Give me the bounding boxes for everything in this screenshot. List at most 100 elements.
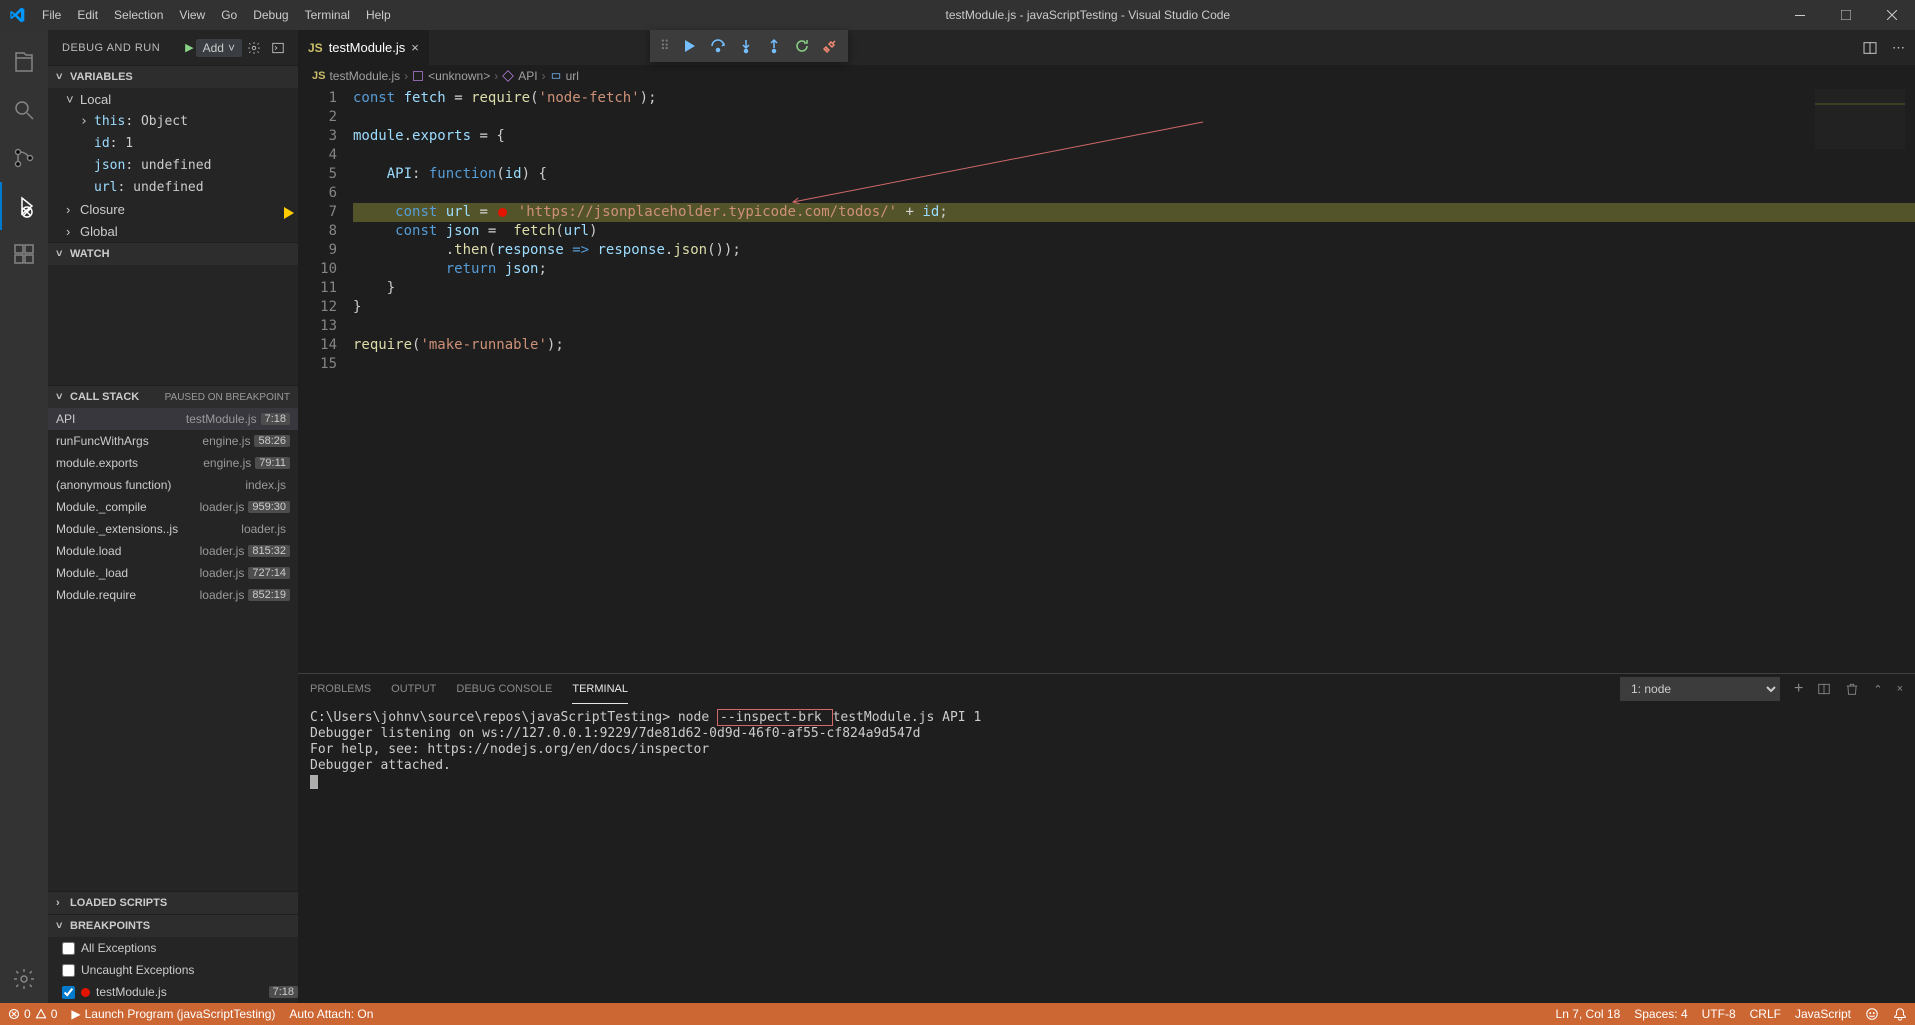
maximize-button[interactable] xyxy=(1823,0,1869,30)
notifications-icon[interactable] xyxy=(1893,1007,1907,1021)
more-actions-icon[interactable]: ⋯ xyxy=(1892,40,1905,56)
breadcrumb[interactable]: JStestModule.js›<unknown>›API›url xyxy=(298,65,1915,87)
feedback-icon[interactable] xyxy=(1865,1007,1879,1021)
minimap[interactable] xyxy=(1815,89,1905,149)
activity-settings[interactable] xyxy=(0,955,48,1003)
variable-row[interactable]: ›this: Object xyxy=(48,110,298,132)
terminal-selector[interactable]: 1: node xyxy=(1620,677,1780,701)
chevron-down-icon: ˅ xyxy=(56,920,70,932)
stack-frame[interactable]: module.exportsengine.js79:11 xyxy=(48,452,298,474)
maximize-panel-icon[interactable]: ⌃ xyxy=(1873,683,1882,696)
disconnect-button[interactable] xyxy=(816,32,844,60)
debug-sidebar-header: DEBUG AND RUN ▶ Add ˅ xyxy=(48,30,298,65)
breadcrumb-item[interactable]: <unknown> xyxy=(412,69,490,83)
stack-frame[interactable]: Module.requireloader.js852:19 xyxy=(48,584,298,606)
breadcrumb-item[interactable]: JStestModule.js xyxy=(312,69,400,83)
panel-tab-output[interactable]: OUTPUT xyxy=(391,674,436,704)
bottom-panel: PROBLEMS OUTPUT DEBUG CONSOLE TERMINAL 1: n… xyxy=(298,673,1915,1003)
gear-icon[interactable] xyxy=(242,41,266,55)
step-over-button[interactable] xyxy=(704,32,732,60)
status-eol[interactable]: CRLF xyxy=(1750,1007,1781,1021)
debug-config-dropdown[interactable]: Add ˅ xyxy=(196,39,242,57)
activity-scm[interactable] xyxy=(0,134,48,182)
breadcrumb-item[interactable]: API xyxy=(502,69,537,83)
scope-local[interactable]: ˅Local xyxy=(48,88,298,110)
breakpoint-row[interactable]: Uncaught Exceptions xyxy=(48,959,298,981)
activity-extensions[interactable] xyxy=(0,230,48,278)
split-terminal-icon[interactable] xyxy=(1817,682,1831,696)
menu-terminal[interactable]: Terminal xyxy=(297,0,358,30)
code-editor[interactable]: 123456789101112131415 const fetch = requ… xyxy=(298,87,1915,673)
breakpoint-row[interactable]: testModule.js7:18 xyxy=(48,981,298,1003)
stack-frame[interactable]: APItestModule.js7:18 xyxy=(48,408,298,430)
panel-tab-problems[interactable]: PROBLEMS xyxy=(310,674,371,704)
menu-go[interactable]: Go xyxy=(213,0,245,30)
debug-console-icon[interactable] xyxy=(266,41,290,55)
kill-terminal-icon[interactable] xyxy=(1845,682,1859,696)
minimize-button[interactable] xyxy=(1777,0,1823,30)
variable-row[interactable]: id: 1 xyxy=(48,132,298,154)
breakpoints-header[interactable]: ˅ BREAKPOINTS xyxy=(48,915,298,937)
activity-search[interactable] xyxy=(0,86,48,134)
stack-frame[interactable]: Module.loadloader.js815:32 xyxy=(48,540,298,562)
close-tab-icon[interactable]: × xyxy=(411,40,419,55)
status-errors[interactable]: 0 0 xyxy=(8,1007,57,1021)
drag-handle-icon[interactable]: ⠿ xyxy=(654,38,676,54)
loaded-scripts-section: › LOADED SCRIPTS xyxy=(48,891,298,914)
stack-frame[interactable]: Module._extensions..jsloader.js xyxy=(48,518,298,540)
stack-frame[interactable]: Module._loadloader.js727:14 xyxy=(48,562,298,584)
new-terminal-icon[interactable]: + xyxy=(1794,680,1803,698)
line-gutter: 123456789101112131415 xyxy=(298,87,353,673)
breakpoint-row[interactable]: All Exceptions xyxy=(48,937,298,959)
panel-tabs: PROBLEMS OUTPUT DEBUG CONSOLE TERMINAL 1: n… xyxy=(298,674,1915,704)
stack-frame[interactable]: runFuncWithArgsengine.js58:26 xyxy=(48,430,298,452)
callstack-section: ˅ CALL STACK PAUSED ON BREAKPOINT APItes… xyxy=(48,385,298,891)
menu-file[interactable]: File xyxy=(34,0,69,30)
titlebar: FileEditSelectionViewGoDebugTerminalHelp… xyxy=(0,0,1915,30)
callstack-status: PAUSED ON BREAKPOINT xyxy=(165,392,290,403)
status-spaces[interactable]: Spaces: 4 xyxy=(1634,1007,1687,1021)
breadcrumb-item[interactable]: url xyxy=(550,69,579,83)
variable-row[interactable]: json: undefined xyxy=(48,154,298,176)
chevron-down-icon: ˅ xyxy=(56,71,70,83)
scope-closure[interactable]: ›Closure xyxy=(48,198,298,220)
menu-edit[interactable]: Edit xyxy=(69,0,106,30)
panel-tab-terminal[interactable]: TERMINAL xyxy=(572,674,628,704)
status-language[interactable]: JavaScript xyxy=(1795,1007,1851,1021)
variables-header[interactable]: ˅ VARIABLES xyxy=(48,66,298,88)
start-debug-icon[interactable]: ▶ xyxy=(185,41,193,54)
activity-explorer[interactable] xyxy=(0,38,48,86)
window-title: testModule.js - javaScriptTesting - Visu… xyxy=(399,8,1777,22)
debug-header-label: DEBUG AND RUN xyxy=(62,42,185,54)
activity-debug[interactable] xyxy=(0,182,48,230)
editor-tab[interactable]: JS testModule.js × xyxy=(298,30,430,65)
variable-row[interactable]: url: undefined xyxy=(48,176,298,198)
terminal-output[interactable]: C:\Users\johnv\source\repos\javaScriptTe… xyxy=(298,704,1915,1003)
menu-help[interactable]: Help xyxy=(358,0,399,30)
loaded-scripts-header[interactable]: › LOADED SCRIPTS xyxy=(48,892,298,914)
status-launch[interactable]: ▶Launch Program (javaScriptTesting) xyxy=(71,1007,275,1021)
close-button[interactable] xyxy=(1869,0,1915,30)
status-position[interactable]: Ln 7, Col 18 xyxy=(1556,1007,1621,1021)
callstack-header[interactable]: ˅ CALL STACK PAUSED ON BREAKPOINT xyxy=(48,386,298,408)
close-panel-icon[interactable]: × xyxy=(1897,683,1903,695)
menu-view[interactable]: View xyxy=(171,0,213,30)
stack-frame[interactable]: Module._compileloader.js959:30 xyxy=(48,496,298,518)
menu-selection[interactable]: Selection xyxy=(106,0,171,30)
step-out-button[interactable] xyxy=(760,32,788,60)
scope-global[interactable]: ›Global xyxy=(48,220,298,242)
menu-debug[interactable]: Debug xyxy=(245,0,296,30)
debug-toolbar[interactable]: ⠿ xyxy=(650,30,848,62)
split-editor-icon[interactable] xyxy=(1862,40,1878,56)
watch-header[interactable]: ˅ WATCH xyxy=(48,243,298,265)
statusbar: 0 0 ▶Launch Program (javaScriptTesting) … xyxy=(0,1003,1915,1025)
restart-button[interactable] xyxy=(788,32,816,60)
panel-tab-debug-console[interactable]: DEBUG CONSOLE xyxy=(456,674,552,704)
status-encoding[interactable]: UTF-8 xyxy=(1702,1007,1736,1021)
stack-frame[interactable]: (anonymous function)index.js xyxy=(48,474,298,496)
continue-button[interactable] xyxy=(676,32,704,60)
editor-area: JS testModule.js × ⋯ JStestModule.js›<un… xyxy=(298,30,1915,1003)
status-auto-attach[interactable]: Auto Attach: On xyxy=(289,1007,373,1021)
editor-actions: ⋯ xyxy=(1852,30,1915,65)
step-into-button[interactable] xyxy=(732,32,760,60)
